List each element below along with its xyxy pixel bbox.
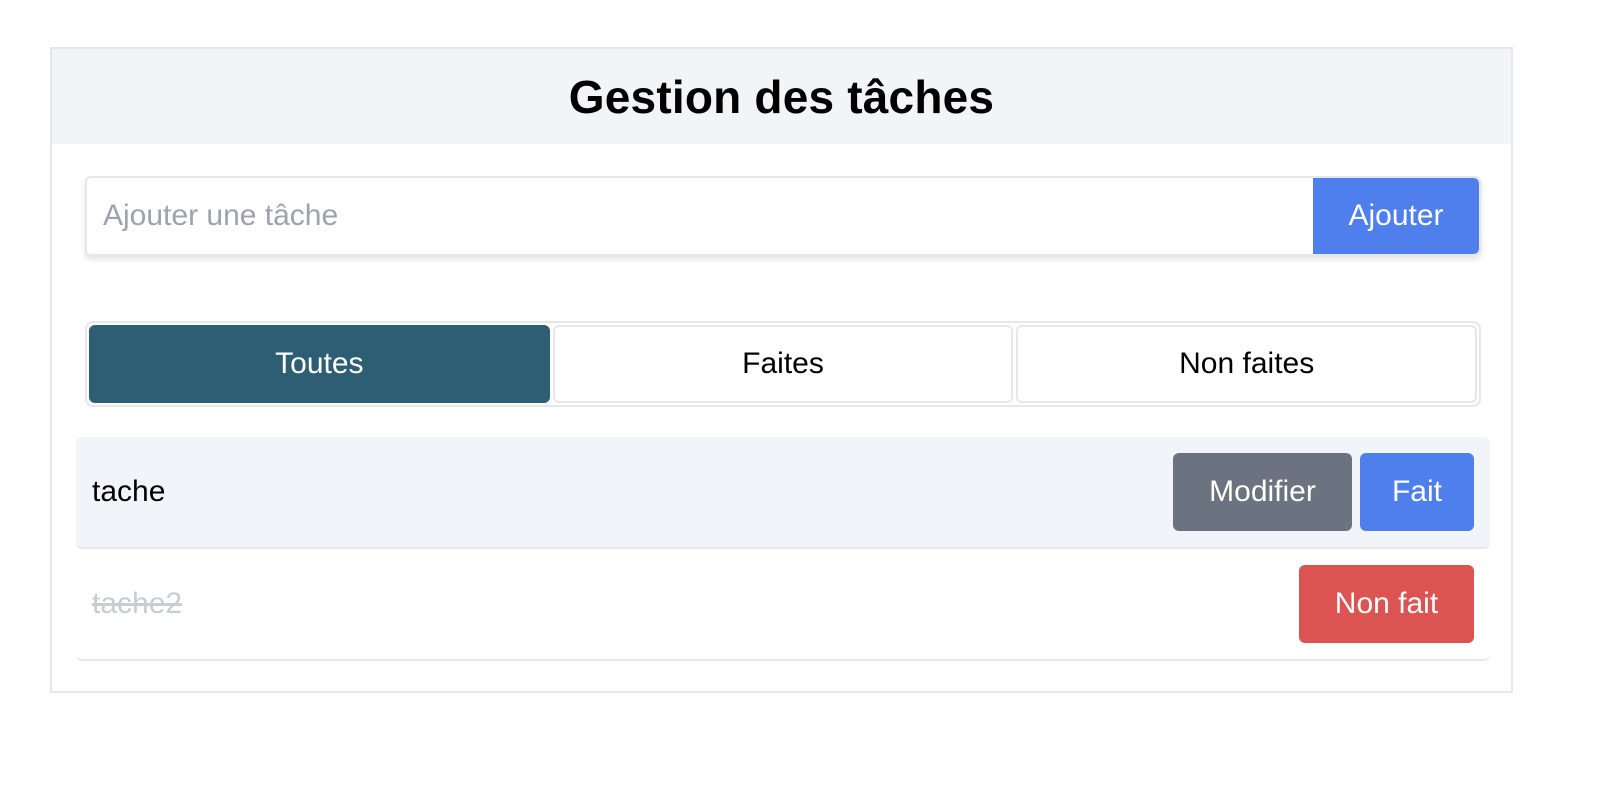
task-actions: Modifier Fait	[1173, 453, 1474, 531]
filter-tabs: Toutes Faites Non faites	[85, 321, 1481, 407]
filter-tab-all[interactable]: Toutes	[89, 325, 550, 403]
add-button[interactable]: Ajouter	[1313, 178, 1479, 254]
task-input[interactable]	[87, 178, 1313, 254]
task-label: tache2	[92, 587, 183, 620]
page-title: Gestion des tâches	[568, 70, 995, 123]
task-manager-card: Gestion des tâches Ajouter Toutes Faites…	[50, 47, 1513, 693]
task-row: tache2 Non fait	[76, 549, 1490, 661]
mark-not-done-button[interactable]: Non fait	[1299, 565, 1474, 643]
mark-done-button[interactable]: Fait	[1360, 453, 1474, 531]
edit-button[interactable]: Modifier	[1173, 453, 1352, 531]
app-header: Gestion des tâches	[52, 49, 1511, 144]
task-row: tache Modifier Fait	[76, 437, 1490, 549]
task-actions: Non fait	[1299, 565, 1474, 643]
filter-tab-done[interactable]: Faites	[552, 325, 1014, 403]
task-list: tache Modifier Fait tache2 Non fait	[76, 437, 1490, 661]
add-task-form: Ajouter	[85, 176, 1481, 256]
filter-tab-not-done[interactable]: Non faites	[1016, 325, 1478, 403]
task-label: tache	[92, 475, 166, 508]
